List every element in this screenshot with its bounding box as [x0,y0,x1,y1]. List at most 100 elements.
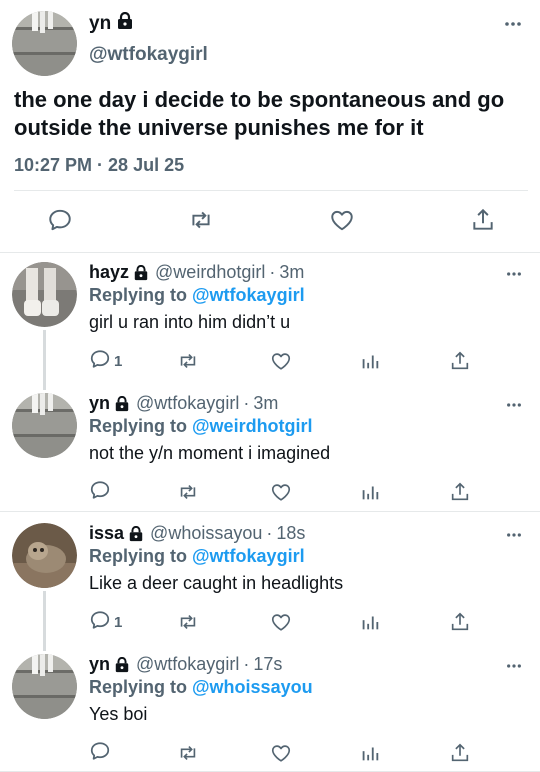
tweet-time: 10:27 PM [14,155,93,175]
tweet-actions [0,205,540,239]
reply-time[interactable]: 3m [253,393,278,414]
author-handle[interactable]: @weirdhotgirl [155,262,265,283]
share-icon[interactable] [449,740,471,766]
retweet-icon[interactable] [176,609,200,635]
avatar[interactable] [12,523,77,588]
avatar[interactable] [12,393,77,458]
reply-button[interactable]: 1 [89,348,122,374]
reply-icon[interactable] [45,205,75,235]
dot-separator: · [243,393,250,413]
reply-text: girl u ran into him didn’t u [89,312,291,332]
cat-photo-avatar [12,523,77,588]
tweet-timestamp[interactable]: 10:27 PM · 28 Jul 25 [14,155,184,176]
analytics-icon[interactable] [359,740,381,766]
reply-tweet[interactable]: yn @wtfokaygirl · 17s Replying to @whois… [0,644,540,772]
like-icon[interactable] [269,609,293,635]
tweet-text: the one day i decide to be spontaneous a… [14,87,505,140]
author-name[interactable]: issa [89,523,124,544]
reply-tweet[interactable]: hayz @weirdhotgirl · 3m Replying to @wtf… [0,252,540,390]
analytics-icon[interactable] [359,479,381,505]
like-icon[interactable] [269,479,293,505]
avatar[interactable] [12,262,77,327]
reply-text: Like a deer caught in headlights [89,573,344,593]
reply-icon [89,740,111,767]
retweet-icon[interactable] [176,479,200,505]
lock-icon [128,525,144,542]
lock-icon [133,264,149,281]
lock-icon [114,656,130,673]
reply-actions: 1 [0,348,540,378]
stairs-photo-avatar [12,393,77,458]
more-options-icon[interactable] [506,395,522,413]
reply-header: issa @whoissayou · 18s [89,523,305,544]
more-options-icon[interactable] [506,656,522,674]
like-icon[interactable] [327,205,357,235]
replying-to-handle[interactable]: @weirdhotgirl [192,416,313,436]
reply-actions: 1 [0,609,540,639]
reply-button[interactable] [89,740,114,766]
replying-prefix: Replying to [89,546,192,566]
more-options-icon[interactable] [504,14,522,32]
replying-to-handle[interactable]: @whoissayou [192,677,313,697]
replying-prefix: Replying to [89,677,192,697]
replying-to-handle[interactable]: @wtfokaygirl [192,546,305,566]
reply-tweet[interactable]: issa @whoissayou · 18s Replying to @wtfo… [0,513,540,651]
reply-time[interactable]: 3m [279,262,304,283]
share-icon[interactable] [468,205,498,235]
reply-text: not the y/n moment i imagined [89,443,331,463]
dot-separator: · [243,654,250,674]
tweet-date: 28 Jul 25 [108,155,185,175]
like-icon[interactable] [269,740,293,766]
replying-to: Replying to @wtfokaygirl [89,285,305,306]
retweet-icon[interactable] [186,205,216,235]
replying-to-handle[interactable]: @wtfokaygirl [192,285,305,305]
replying-to: Replying to @whoissayou [89,677,313,698]
like-icon[interactable] [269,348,293,374]
author-handle[interactable]: @wtfokaygirl [136,654,239,675]
author-handle[interactable]: @wtfokaygirl [136,393,239,414]
reply-tweet[interactable]: yn @wtfokaygirl · 3m Replying to @weirdh… [0,383,540,513]
reply-actions [0,740,540,770]
retweet-icon[interactable] [176,348,200,374]
lock-icon [116,11,134,36]
retweet-icon[interactable] [176,740,200,766]
reply-button[interactable] [89,479,114,505]
avatar[interactable] [12,654,77,719]
shoes-photo-avatar [12,262,77,327]
dot-separator: · [269,262,276,282]
reply-icon [89,479,111,506]
reply-text: Yes boi [89,704,148,724]
author-name-text: yn [89,13,112,34]
main-tweet: yn @wtfokaygirl the one day i decide to … [0,0,540,252]
share-icon[interactable] [449,609,471,635]
replying-prefix: Replying to [89,416,192,436]
author-name[interactable]: yn [89,11,134,36]
replying-to: Replying to @weirdhotgirl [89,416,313,437]
divider [14,190,528,191]
author-name[interactable]: yn [89,654,110,675]
replying-to: Replying to @wtfokaygirl [89,546,305,567]
share-icon[interactable] [449,348,471,374]
lock-icon [114,395,130,412]
reply-icon [89,609,111,636]
analytics-icon[interactable] [359,348,381,374]
author-handle[interactable]: @whoissayou [150,523,262,544]
reply-button[interactable]: 1 [89,609,122,635]
author-name[interactable]: yn [89,393,110,414]
author-handle[interactable]: @wtfokaygirl [89,44,208,66]
replying-prefix: Replying to [89,285,192,305]
dot-separator: · [266,523,273,543]
stairs-photo-avatar [12,11,77,76]
reply-header: yn @wtfokaygirl · 17s [89,654,282,675]
reply-icon [89,348,111,375]
date-separator: · [92,155,109,175]
author-name[interactable]: hayz [89,262,129,283]
analytics-icon[interactable] [359,609,381,635]
reply-count: 1 [114,613,123,631]
more-options-icon[interactable] [506,525,522,543]
share-icon[interactable] [449,479,471,505]
more-options-icon[interactable] [506,264,522,282]
reply-time[interactable]: 18s [276,523,305,544]
reply-time[interactable]: 17s [253,654,282,675]
avatar[interactable] [12,11,77,76]
